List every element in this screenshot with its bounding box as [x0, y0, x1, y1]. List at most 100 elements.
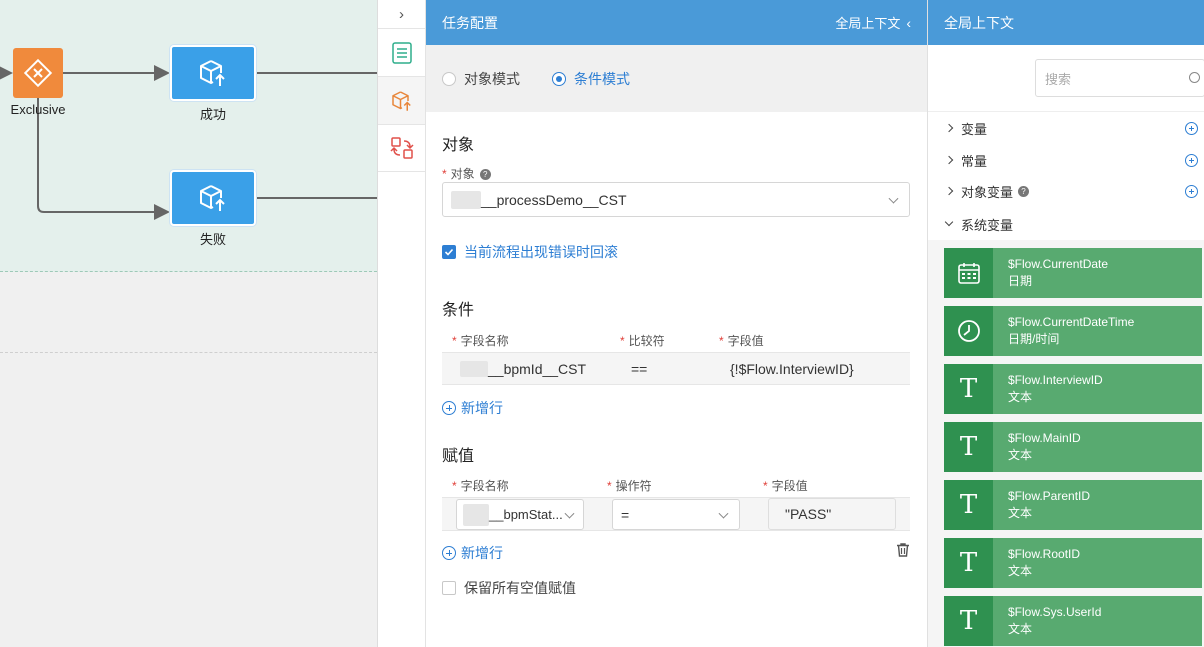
global-context-panel: 全局上下文 搜索 变量 常量 对象变量 ? 系统变量 $Flow.Current… — [927, 0, 1204, 647]
add-variable-icon[interactable] — [1185, 121, 1198, 135]
add-row-label: 新增行 — [461, 545, 503, 561]
trash-icon[interactable] — [895, 542, 911, 558]
update-record-icon — [200, 185, 225, 211]
var-type: 日期 — [1008, 274, 1033, 288]
tree-item-label: 常量 — [961, 153, 988, 169]
assign-field-select[interactable]: __bpmStat... — [456, 499, 584, 530]
var-name: $Flow.CurrentDate — [1008, 257, 1109, 271]
gateway-diamond-icon — [23, 58, 53, 88]
assign-op-select[interactable]: = — [612, 499, 740, 530]
sys-var-main-id[interactable]: T $Flow.MainID 文本 — [944, 422, 1202, 472]
masked-prefix — [463, 503, 489, 526]
var-name: $Flow.MainID — [1008, 431, 1081, 445]
text-icon: T — [944, 538, 993, 588]
var-name: $Flow.InterviewID — [1008, 373, 1103, 387]
tree-item-system-variables[interactable]: 系统变量 — [944, 216, 1198, 233]
var-name: $Flow.Sys.UserId — [1008, 605, 1102, 619]
chevron-down-icon — [718, 508, 729, 519]
flow-canvas[interactable]: Exclusive 成功 失败 — [0, 0, 377, 647]
checkbox-box[interactable] — [442, 581, 456, 595]
tree-item-variables[interactable]: 变量 — [944, 120, 1198, 137]
assign-add-row-button[interactable]: 新增行 — [442, 543, 503, 563]
sys-var-current-datetime[interactable]: $Flow.CurrentDateTime 日期/时间 — [944, 306, 1202, 356]
tree-item-constants[interactable]: 常量 — [944, 152, 1198, 169]
toolbar-update-button[interactable] — [378, 76, 425, 124]
header-text: 比较符 — [628, 334, 665, 348]
exclusive-gateway[interactable] — [13, 48, 63, 98]
context-search-area: 搜索 — [928, 45, 1204, 112]
text-icon: T — [944, 364, 993, 414]
radio-condition-mode[interactable]: 条件模式 — [552, 69, 630, 89]
tree-item-label: 对象变量 — [961, 184, 1014, 200]
search-placeholder: 搜索 — [1045, 71, 1072, 87]
text-icon: T — [944, 596, 993, 646]
condition-add-row-button[interactable]: 新增行 — [442, 398, 503, 418]
radio-label: 对象模式 — [464, 70, 520, 87]
config-header: 任务配置 全局上下文 ‹ — [426, 0, 927, 45]
radio-dot[interactable] — [552, 71, 566, 86]
assign-op-value: = — [621, 506, 630, 523]
assign-header-value: * 字段值 — [763, 479, 808, 493]
tree-item-label: 系统变量 — [961, 217, 1014, 233]
radio-object-mode[interactable]: 对象模式 — [442, 69, 520, 89]
mode-selector: 对象模式 条件模式 — [426, 45, 927, 112]
chevron-right-icon — [944, 155, 954, 165]
var-type: 文本 — [1008, 506, 1033, 520]
global-context-toggle-label: 全局上下文 — [835, 16, 901, 31]
tree-item-label: 变量 — [961, 121, 988, 137]
masked-prefix — [451, 190, 481, 209]
var-name: $Flow.RootID — [1008, 547, 1081, 561]
object-select-value: __processDemo__CST — [481, 191, 627, 208]
task-fail[interactable] — [170, 170, 256, 226]
context-search-input[interactable]: 搜索 — [1035, 59, 1204, 97]
sys-var-parent-id[interactable]: T $Flow.ParentID 文本 — [944, 480, 1202, 530]
var-name: $Flow.ParentID — [1008, 489, 1091, 503]
global-context-toggle[interactable]: 全局上下文 ‹ — [835, 13, 911, 32]
assign-field-value: __bpmStat... — [489, 507, 563, 522]
var-name: $Flow.CurrentDateTime — [1008, 315, 1135, 329]
condition-value-cell[interactable]: {!$Flow.InterviewID} — [730, 352, 854, 385]
condition-op-cell[interactable]: == — [631, 352, 647, 385]
search-icon[interactable] — [1189, 72, 1200, 83]
object-select[interactable]: __processDemo__CST — [442, 182, 910, 217]
update-record-icon — [391, 90, 411, 111]
var-type: 文本 — [1008, 390, 1033, 404]
context-tree: 变量 常量 对象变量 ? 系统变量 — [928, 112, 1204, 240]
header-text: 字段名称 — [460, 479, 509, 493]
chevron-down-icon — [564, 508, 575, 519]
chevron-down-icon — [888, 193, 899, 204]
condition-field-value: __bpmId__CST — [488, 360, 587, 377]
rollback-checkbox[interactable]: 当前流程出现错误时回滚 — [442, 242, 618, 262]
text-icon: T — [944, 480, 993, 530]
add-object-variable-icon[interactable] — [1185, 184, 1198, 198]
sys-var-current-date[interactable]: $Flow.CurrentDate 日期 — [944, 248, 1202, 298]
toolbar-transform-button[interactable] — [378, 124, 425, 172]
context-title: 全局上下文 — [928, 0, 1204, 45]
checkbox-box[interactable] — [442, 245, 456, 259]
help-icon[interactable]: ? — [479, 169, 491, 180]
condition-field-cell[interactable]: __bpmId__CST — [460, 352, 586, 385]
assign-value-input[interactable]: "PASS" — [768, 498, 896, 530]
sys-var-root-id[interactable]: T $Flow.RootID 文本 — [944, 538, 1202, 588]
chevron-left-icon: ‹ — [906, 14, 911, 31]
assign-section-title: 赋值 — [442, 448, 475, 465]
task-success[interactable] — [170, 45, 256, 101]
var-type: 文本 — [1008, 448, 1033, 462]
side-toolbar: › — [377, 0, 426, 647]
assign-header-field: * 字段名称 — [452, 479, 509, 493]
toolbar-list-button[interactable] — [378, 28, 425, 76]
cond-header-field: * 字段名称 — [452, 334, 509, 348]
sys-var-user-id[interactable]: T $Flow.Sys.UserId 文本 — [944, 596, 1202, 646]
add-constant-icon[interactable] — [1185, 153, 1198, 167]
chevron-down-icon — [944, 217, 954, 227]
object-field-label: * 对象? — [442, 165, 491, 182]
keep-empty-checkbox[interactable]: 保留所有空值赋值 — [442, 578, 576, 598]
radio-dot[interactable] — [442, 71, 456, 86]
chevron-right-icon — [944, 186, 954, 196]
sys-var-interview-id[interactable]: T $Flow.InterviewID 文本 — [944, 364, 1202, 414]
task-config-panel: 任务配置 全局上下文 ‹ 对象模式 条件模式 对象 * 对象? __process… — [426, 0, 927, 647]
plus-circle-icon — [442, 401, 456, 415]
tree-item-object-variables[interactable]: 对象变量 ? — [944, 183, 1198, 200]
help-icon[interactable]: ? — [1018, 185, 1030, 197]
collapse-chevron-icon[interactable]: › — [378, 0, 425, 28]
